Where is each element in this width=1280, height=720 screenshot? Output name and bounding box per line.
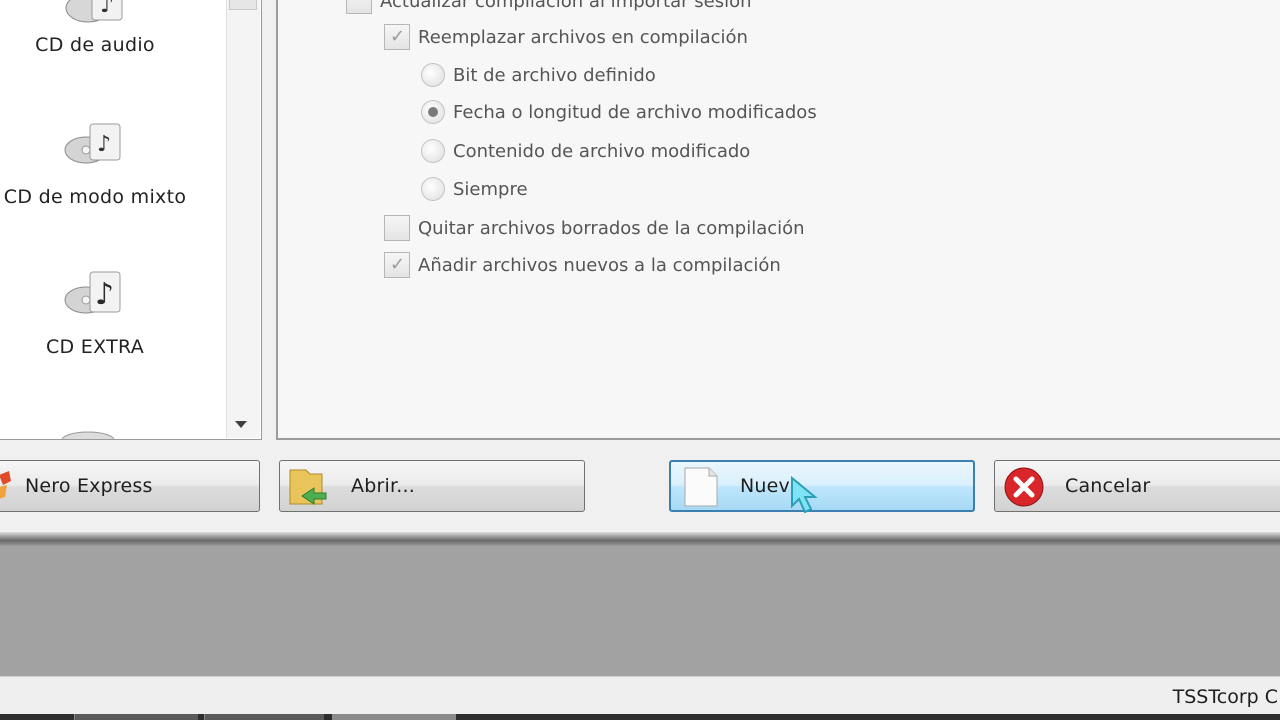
update-on-import-checkbox[interactable] <box>346 0 372 14</box>
cancel-button[interactable]: Cancelar <box>994 460 1280 512</box>
list-item-label: CD de audio <box>35 34 155 56</box>
option-label: Contenido de archivo modificado <box>453 140 751 162</box>
remove-deleted-option[interactable]: Quitar archivos borrados de la compilaci… <box>384 215 805 241</box>
list-item-label: CD de modo mixto <box>3 186 187 208</box>
svg-text:♪: ♪ <box>100 0 114 18</box>
option-label: Reemplazar archivos en compilación <box>418 26 748 48</box>
remove-deleted-checkbox[interactable] <box>384 215 410 241</box>
scrollbar-thumb[interactable] <box>229 0 257 10</box>
audio-cd-icon: ♪ <box>65 0 123 23</box>
option-label: Bit de archivo definido <box>453 64 656 86</box>
status-bar: TSSTcorp C <box>0 676 1280 714</box>
cancel-x-icon <box>1004 467 1044 507</box>
scroll-down-arrow-icon[interactable] <box>235 421 247 428</box>
replace-files-option[interactable]: Reemplazar archivos en compilación <box>384 24 748 50</box>
radio-date-length[interactable]: Fecha o longitud de archivo modificados <box>421 100 817 124</box>
open-button[interactable]: Abrir... <box>279 460 585 512</box>
option-label: Actualizar compilación al importar sesió… <box>380 0 752 12</box>
taskbar-item[interactable] <box>74 714 198 720</box>
list-item-label: CD EXTRA <box>45 336 145 358</box>
partial-cd-icon <box>61 431 115 439</box>
svg-text:♪: ♪ <box>97 132 111 157</box>
radio-archive-bit[interactable]: Bit de archivo definido <box>421 63 656 87</box>
add-new-option[interactable]: Añadir archivos nuevos a la compilación <box>384 252 781 278</box>
options-panel: Actualizar compilación al importar sesió… <box>276 0 1280 440</box>
option-label: Siempre <box>453 178 528 200</box>
button-label: Abrir... <box>351 475 415 497</box>
nero-express-icon <box>0 471 11 499</box>
button-label: Cancelar <box>1065 475 1151 497</box>
radio-content-modified[interactable]: Contenido de archivo modificado <box>421 139 750 163</box>
replace-files-checkbox[interactable] <box>384 24 410 50</box>
new-document-icon <box>684 467 718 507</box>
radio-button[interactable] <box>421 139 445 163</box>
svg-text:♪: ♪ <box>95 277 114 312</box>
option-label: Añadir archivos nuevos a la compilación <box>418 254 781 276</box>
add-new-checkbox[interactable] <box>384 252 410 278</box>
update-on-import-option[interactable]: Actualizar compilación al importar sesió… <box>346 0 752 14</box>
window-divider <box>0 532 1280 546</box>
radio-button[interactable] <box>421 177 445 201</box>
taskbar-item[interactable] <box>332 714 456 720</box>
nero-express-button[interactable]: Nero Express <box>0 460 260 512</box>
radio-always[interactable]: Siempre <box>421 177 528 201</box>
button-label: Nero Express <box>25 475 153 497</box>
radio-button[interactable] <box>421 100 445 124</box>
mixed-mode-cd-icon: ♪ <box>64 123 121 164</box>
list-scrollbar[interactable] <box>226 0 260 438</box>
drive-status-text: TSSTcorp C <box>1172 686 1278 708</box>
compilation-type-list[interactable]: ♪ CD de audio ♪ CD de modo mixto ♪ CD EX… <box>0 0 262 440</box>
option-label: Fecha o longitud de archivo modificados <box>453 101 817 123</box>
option-label: Quitar archivos borrados de la compilaci… <box>418 217 805 239</box>
cd-extra-icon: ♪ <box>64 271 121 314</box>
mouse-cursor-icon <box>791 475 818 514</box>
background-area <box>0 546 1280 676</box>
radio-button[interactable] <box>421 63 445 87</box>
taskbar-item[interactable] <box>204 714 324 720</box>
open-folder-icon <box>289 469 327 505</box>
